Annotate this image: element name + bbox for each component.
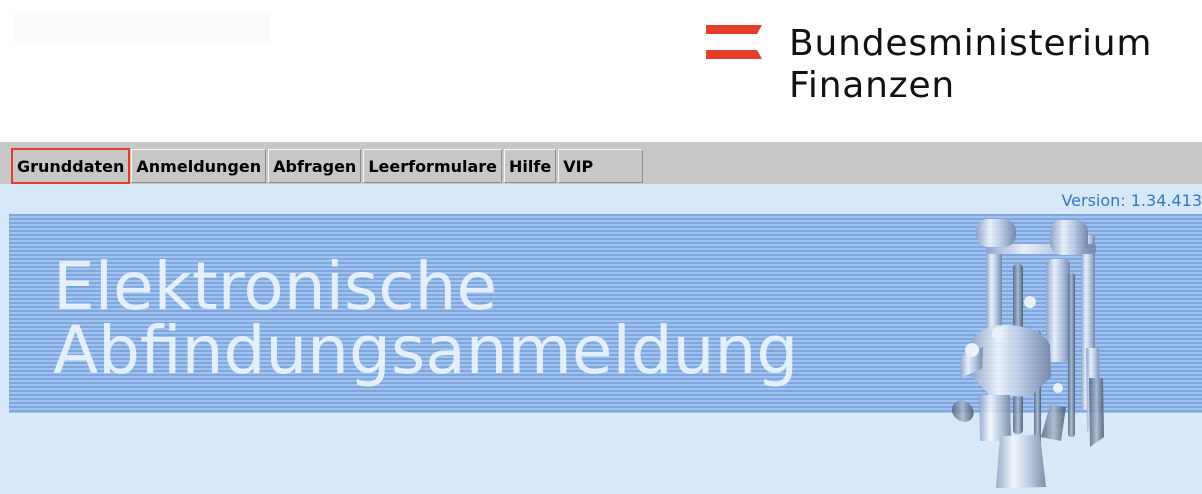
menu-item-leerformulare[interactable]: Leerformulare (363, 149, 503, 183)
main-menu-bar: Grunddaten Anmeldungen Abfragen Leerform… (0, 142, 1202, 184)
ministry-name-line-1: Bundesministerium (789, 23, 1153, 64)
ministry-name: Bundesministerium Finanzen (789, 25, 1152, 105)
menu-item-abfragen[interactable]: Abfragen (268, 149, 362, 183)
application-window: Bundesministerium Finanzen Grunddaten An… (0, 0, 1202, 494)
page-header: Bundesministerium Finanzen (0, 0, 1202, 142)
menu-item-grunddaten[interactable]: Grunddaten (10, 148, 131, 184)
menu-item-vip[interactable]: VIP (558, 149, 644, 183)
main-content: Version: 1.34.413 Elektronische Abfindun… (0, 184, 1202, 494)
ministry-name-line-2: Finanzen (789, 64, 956, 106)
banner-title-line-2: Abfindungsanmeldung (53, 312, 799, 389)
main-menu: Grunddaten Anmeldungen Abfragen Leerform… (10, 148, 645, 184)
distillery-apparatus-icon (951, 219, 1104, 488)
banner-title: Elektronische Abfindungsanmeldung (53, 248, 799, 389)
menu-item-hilfe[interactable]: Hilfe (504, 149, 557, 183)
ministry-logo: Bundesministerium Finanzen (706, 25, 1202, 123)
banner-title-line-1: Elektronische (53, 248, 498, 325)
austrian-flag-icon (706, 25, 762, 59)
menu-item-anmeldungen[interactable]: Anmeldungen (131, 149, 267, 183)
header-placeholder (14, 14, 270, 44)
version-label: Version: 1.34.413 (1061, 191, 1202, 210)
